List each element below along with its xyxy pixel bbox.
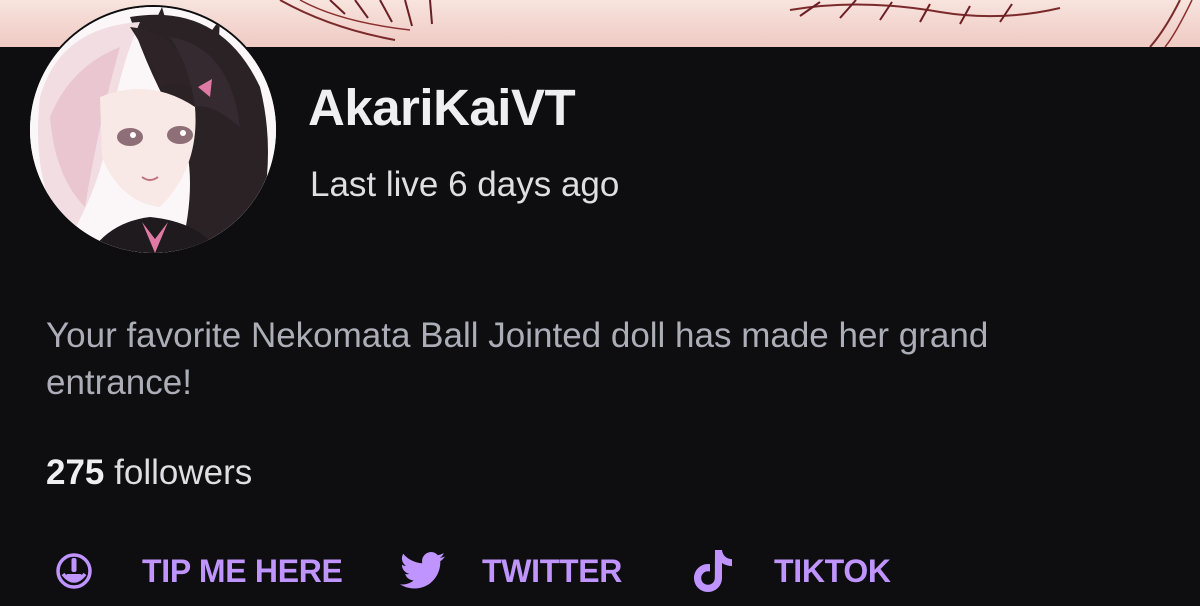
channel-name: AkariKaiVT bbox=[308, 79, 576, 136]
twitter-icon bbox=[398, 552, 448, 590]
last-live-status: Last live 6 days ago bbox=[310, 165, 620, 204]
twitter-link[interactable]: TWITTER bbox=[398, 540, 622, 602]
channel-bio: Your favorite Nekomata Ball Jointed doll… bbox=[46, 316, 989, 402]
tip-me-label: TIP ME HERE bbox=[142, 552, 343, 589]
twitter-label: TWITTER bbox=[482, 552, 623, 589]
tip-icon bbox=[50, 552, 98, 590]
tiktok-link[interactable]: TIKTOK bbox=[688, 540, 891, 602]
tip-me-link[interactable]: TIP ME HERE bbox=[50, 540, 343, 602]
tiktok-icon bbox=[688, 548, 740, 594]
follower-count-label: followers bbox=[114, 453, 253, 492]
follower-count-value: 275 bbox=[46, 453, 105, 492]
channel-about-panel: AkariKaiVT Last live 6 days ago Your fav… bbox=[0, 0, 1200, 606]
tiktok-label: TIKTOK bbox=[774, 552, 891, 589]
channel-avatar[interactable] bbox=[30, 7, 276, 253]
follower-count: 275 followers bbox=[46, 452, 252, 494]
